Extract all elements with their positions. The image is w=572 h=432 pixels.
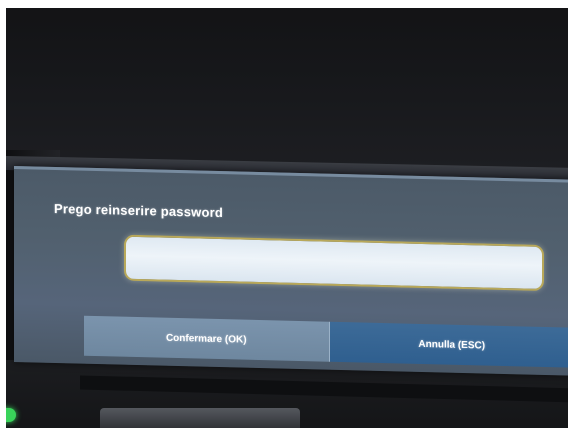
dialog-title: Prego reinserire password <box>54 200 224 221</box>
dialog-button-bar: Confermare (OK) Annulla (ESC) <box>84 315 572 368</box>
photo-scene: Prego reinserire password Confermare (OK… <box>0 0 572 432</box>
cancel-button[interactable]: Annulla (ESC) <box>328 321 572 368</box>
dark-background <box>0 0 572 170</box>
green-led-indicator <box>0 408 16 422</box>
password-input[interactable] <box>124 234 544 291</box>
confirm-button[interactable]: Confermare (OK) <box>84 315 329 362</box>
device-keys <box>100 408 300 432</box>
password-dialog: Prego reinserire password Confermare (OK… <box>14 166 572 376</box>
